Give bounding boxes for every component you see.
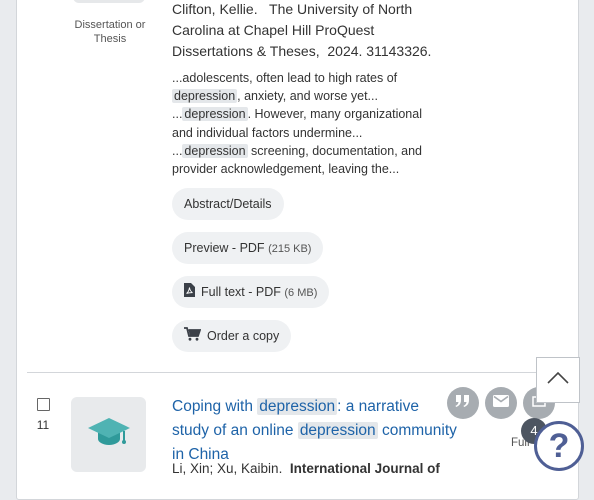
title-text: Coping with [172,398,258,415]
search-highlight: depression [172,89,238,104]
abstract-snippet: ...adolescents, often lead to high rates… [172,69,444,178]
chevron-up-icon [547,371,569,389]
dissertation-thumbnail[interactable] [71,397,146,472]
result-number: 11 [36,418,50,432]
journal-name: International Journal of [289,461,440,476]
abstract-details-label: Abstract/Details [184,197,272,211]
preview-pdf-label: Preview - PDF [184,241,265,255]
result-divider [27,372,568,373]
order-copy-link[interactable]: Order a copy [172,320,292,353]
results-card: Dissertation or Thesis Clifton, Kellie. … [16,0,579,500]
search-highlight: depression [297,422,378,439]
envelope-icon [493,394,509,412]
result-title-link[interactable]: Coping with depression: a narrative stud… [172,395,457,467]
quote-icon [455,394,471,413]
result-authors: Li, Xin; Xu, Kaibin. International Journ… [172,461,462,476]
document-thumbnail[interactable] [73,0,145,3]
authors-text: Li, Xin; Xu, Kaibin. [172,461,283,476]
cart-icon [184,321,202,353]
help-icon: ? [548,427,570,465]
citation-year-id: 2024. 31143326. [327,43,432,59]
search-highlight: depression [182,143,248,158]
abstract-details-link[interactable]: Abstract/Details [172,188,284,220]
email-button[interactable] [485,387,517,419]
cite-button[interactable] [447,387,479,419]
graduation-cap-icon [86,414,132,455]
snippet-text: ...adolescents, often lead to high rates… [172,71,398,85]
help-button[interactable]: ? [534,421,584,471]
pdf-icon [184,277,195,309]
search-highlight: depression [257,398,338,415]
preview-pdf-size: (215 KB) [268,243,312,255]
snippet-text: ... [172,107,183,122]
search-highlight: depression [182,107,248,122]
fulltext-pdf-label: Full text - PDF [201,285,281,299]
fulltext-pdf-link[interactable]: Full text - PDF (6 MB) [172,276,330,309]
fulltext-pdf-size: (6 MB) [284,287,318,299]
preview-pdf-link[interactable]: Preview - PDF (215 KB) [172,232,324,264]
select-result-checkbox[interactable] [37,398,50,411]
snippet-text: ... [172,143,183,158]
citation: Clifton, Kellie. The University of North… [172,0,442,62]
citation-authors: Clifton, Kellie. [172,1,258,17]
order-copy-label: Order a copy [207,329,280,343]
snippet-text: , anxiety, and worse yet... [237,89,378,104]
back-to-top-button[interactable] [536,357,580,403]
doctype-label: Dissertation or Thesis [74,19,146,45]
